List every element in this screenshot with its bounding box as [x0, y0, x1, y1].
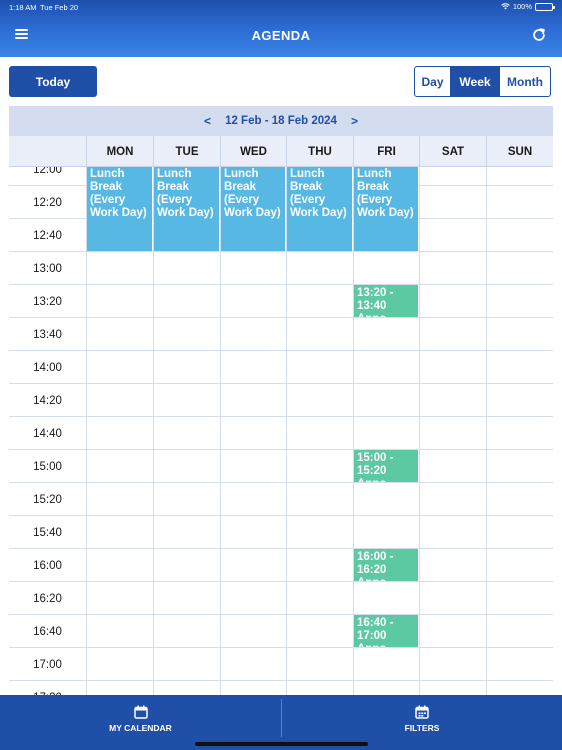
week-grid[interactable]: 12:00 12:20 12:40 13:00 13:20 13:40 14:00 14:20…: [9, 167, 553, 695]
time-row: 14:00: [9, 350, 553, 383]
time-row: 14:40: [9, 416, 553, 449]
view-month-button[interactable]: Month: [499, 67, 550, 96]
day-header-mon: MON: [86, 136, 153, 167]
time-slot-label: 15:40: [33, 526, 62, 539]
time-row: 16:20: [9, 581, 553, 614]
status-right: 100%: [501, 2, 555, 11]
time-row: 17:00: [9, 647, 553, 680]
appointment-event[interactable]: 16:00 - 16:20 Appo: [354, 549, 418, 581]
time-row: 15:40: [9, 515, 553, 548]
view-day-button[interactable]: Day: [415, 67, 451, 96]
time-slot-label: 15:20: [33, 493, 62, 506]
calendar-filter-icon: [415, 705, 429, 719]
today-button[interactable]: Today: [9, 66, 97, 97]
time-row: 13:00: [9, 251, 553, 284]
time-slot-label: 16:40: [33, 625, 62, 638]
column-divider: [419, 167, 420, 695]
day-header-fri: FRI: [353, 136, 419, 167]
page-title: AGENDA: [251, 28, 311, 43]
time-row: 15:20: [9, 482, 553, 515]
time-slot-label: 17:20: [9, 681, 86, 696]
status-bar: 1:18 AM Tue Feb 20 100%: [9, 2, 555, 13]
column-divider: [486, 167, 487, 695]
time-slot-label: 16:20: [33, 592, 62, 605]
time-slot-label: 17:00: [33, 658, 62, 671]
day-header-wed: WED: [220, 136, 286, 167]
status-date: Tue Feb 20: [40, 3, 79, 12]
time-slot-label: 13:00: [33, 262, 62, 275]
day-header-sat: SAT: [419, 136, 486, 167]
filters-label: FILTERS: [404, 722, 440, 733]
time-slot-label: 13:40: [33, 328, 62, 341]
appointment-event[interactable]: 15:00 - 15:20 Appo: [354, 450, 418, 482]
time-slot-label: 14:20: [33, 394, 62, 407]
battery-icon: [535, 2, 555, 11]
time-slot-label: 14:40: [33, 427, 62, 440]
day-header-sun: SUN: [486, 136, 553, 167]
appointment-event[interactable]: 16:40 - 17:00 Appo: [354, 615, 418, 647]
wifi-icon: [501, 3, 510, 10]
time-row: 15:00: [9, 449, 553, 482]
time-slot-label: 13:20: [33, 295, 62, 308]
lunch-break-event[interactable]: 13:00 Lunch Break (Every Work Day): [287, 167, 352, 251]
date-range-bar: < 12 Feb - 18 Feb 2024 >: [9, 106, 553, 136]
day-header-thu: THU: [286, 136, 353, 167]
time-slot-label: 15:00: [33, 460, 62, 473]
app-header: 1:18 AM Tue Feb 20 100% AGENDA: [0, 0, 562, 57]
time-row: 17:20: [9, 680, 553, 695]
lunch-break-event[interactable]: 13:00 Lunch Break (Every Work Day): [154, 167, 219, 251]
time-row: 13:20: [9, 284, 553, 317]
previous-week-button[interactable]: <: [200, 114, 215, 128]
next-week-button[interactable]: >: [347, 114, 362, 128]
week-day-header: MON TUE WED THU FRI SAT SUN: [9, 136, 553, 167]
view-switcher: Day Week Month: [414, 66, 551, 97]
battery-percent: 100%: [512, 2, 532, 11]
time-row: 13:40: [9, 317, 553, 350]
lunch-break-event[interactable]: 13:00 Lunch Break (Every Work Day): [221, 167, 285, 251]
refresh-icon[interactable]: [530, 26, 548, 44]
day-header-tue: TUE: [153, 136, 220, 167]
home-indicator: [195, 742, 368, 746]
time-slot-label: 14:00: [33, 361, 62, 374]
lunch-break-event[interactable]: 13:00 Lunch Break (Every Work Day): [87, 167, 152, 251]
lunch-break-event[interactable]: 13:00 Lunch Break (Every Work Day): [354, 167, 418, 251]
time-slot-label: 12:00: [33, 167, 62, 176]
time-column-header: [9, 136, 86, 167]
time-slot-label: 12:40: [33, 229, 62, 242]
appointment-event[interactable]: 13:20 - 13:40 Appo: [354, 285, 418, 317]
time-row: 14:20: [9, 383, 553, 416]
status-time: 1:18 AM: [9, 3, 37, 12]
time-row: 16:00: [9, 548, 553, 581]
time-slot-label: 16:00: [33, 559, 62, 572]
calendar-icon: [133, 705, 148, 719]
my-calendar-label: MY CALENDAR: [109, 722, 172, 733]
time-row: 16:40: [9, 614, 553, 647]
view-week-button[interactable]: Week: [451, 67, 499, 96]
time-slot-label: 12:20: [33, 196, 62, 209]
date-range-label: 12 Feb - 18 Feb 2024: [225, 115, 337, 127]
